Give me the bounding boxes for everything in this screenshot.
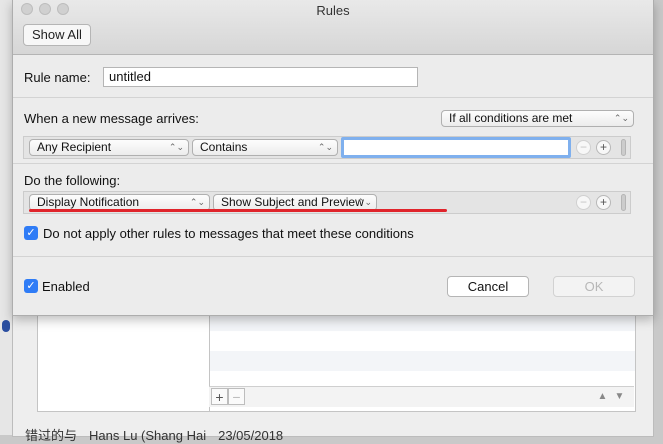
rule-editor-sheet: Rules Show All Rule name: untitled When … [12,0,654,316]
condition-operator-value: Contains [200,140,248,154]
window-title: Rules [316,3,350,18]
condition-row: Any Recipient ⌃⌄ Contains ⌃⌄ − + [23,136,631,159]
match-mode-value: If all conditions are met [449,111,573,125]
rule-name-label: Rule name: [24,70,91,85]
title-bar: Rules Show All [13,0,653,55]
rules-table-toolbar: + − ▲ ▼ [209,386,634,407]
stop-rules-checkbox[interactable]: ✓ [24,226,38,240]
popup-arrows-icon: ⌃⌄ [613,113,629,123]
popup-arrows-icon: ⌃⌄ [189,197,205,207]
condition-field-select[interactable]: Any Recipient ⌃⌄ [29,139,189,156]
add-rule-button[interactable]: + [211,388,228,405]
action-scroll-handle[interactable] [621,194,626,211]
remove-condition-button[interactable]: − [576,140,591,155]
show-all-button[interactable]: Show All [23,24,91,46]
condition-field-value: Any Recipient [37,140,112,154]
condition-value-input[interactable] [341,137,571,158]
divider [13,97,653,98]
notification-style-value: Show Subject and Preview [221,195,364,209]
match-mode-select[interactable]: If all conditions are met ⌃⌄ [441,110,634,127]
add-condition-button[interactable]: + [596,140,611,155]
ok-button[interactable]: OK [553,276,635,297]
remove-rule-button[interactable]: − [228,388,245,405]
rule-name-input[interactable]: untitled [103,67,418,87]
divider [13,163,653,164]
condition-operator-select[interactable]: Contains ⌃⌄ [192,139,338,156]
popup-arrows-icon: ⌃⌄ [317,142,333,152]
selection-indicator-icon [2,320,10,332]
enabled-label: Enabled [42,279,90,294]
annotation-underline [29,209,447,212]
divider [13,256,653,257]
condition-scroll-handle[interactable] [621,139,626,156]
action-type-value: Display Notification [37,195,140,209]
background-rules-window: + − ▲ ▼ 错过的与 Hans Lu (Shang Hai 23/05/2018 [12,310,654,443]
move-up-icon[interactable]: ▲ [594,388,611,405]
move-down-icon[interactable]: ▼ [611,388,628,405]
cancel-button[interactable]: Cancel [447,276,529,297]
actions-header: Do the following: [24,173,121,188]
conditions-header: When a new message arrives: [24,111,199,126]
enabled-checkbox[interactable]: ✓ [24,279,38,293]
rules-list[interactable] [37,311,211,412]
popup-arrows-icon: ⌃⌄ [168,142,184,152]
remove-action-button[interactable]: − [576,195,591,210]
popup-arrows-icon: ⌃⌄ [356,197,372,207]
stop-rules-label: Do not apply other rules to messages tha… [43,226,414,241]
add-action-button[interactable]: + [596,195,611,210]
